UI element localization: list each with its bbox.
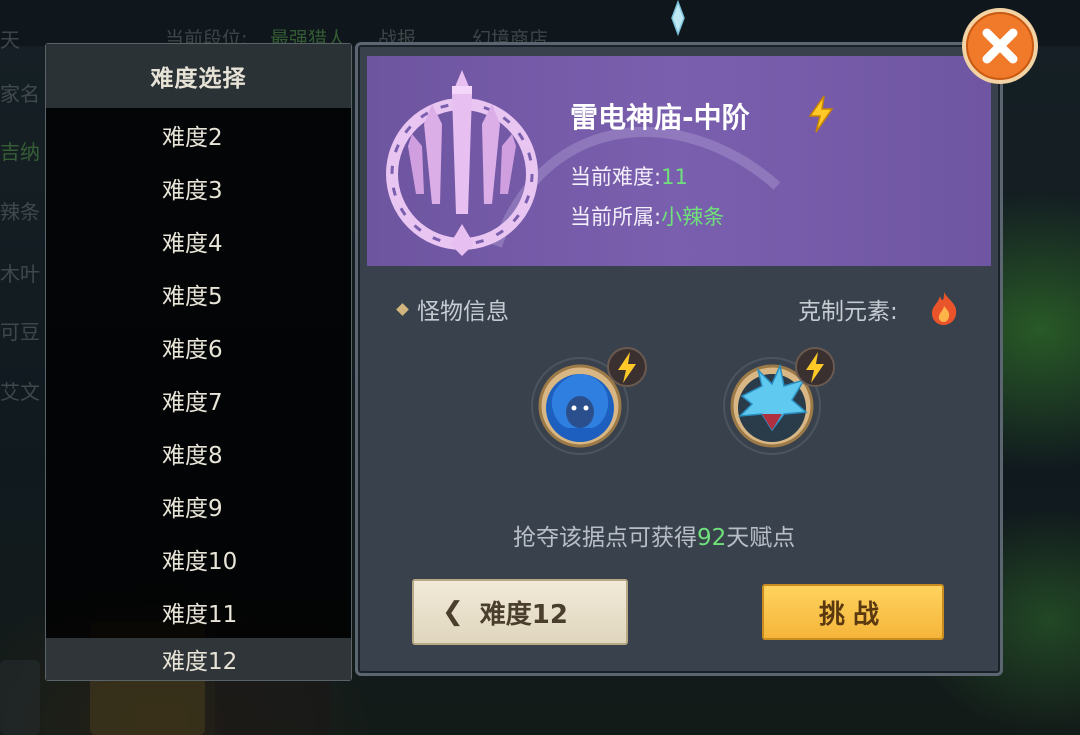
difficulty-option-6[interactable]: 难度6 [46, 320, 351, 373]
lightning-bolt-icon [808, 95, 834, 133]
difficulty-option-10[interactable]: 难度10 [46, 532, 351, 585]
challenge-label: 挑战 [818, 599, 887, 630]
dropdown-header: 难度选择 [46, 44, 351, 108]
chevron-left-icon: ❮ [442, 597, 464, 627]
current-difficulty-label: 当前难度: [570, 165, 662, 189]
difficulty-select-button[interactable]: ❮ 难度12 [412, 579, 628, 645]
panel-crest-ornament [671, 0, 685, 36]
difficulty-option-5[interactable]: 难度5 [46, 267, 351, 320]
difficulty-option-11[interactable]: 难度11 [46, 585, 351, 638]
challenge-button[interactable]: 挑战 [762, 584, 944, 640]
thunder-temple-emblem-icon [386, 70, 538, 256]
difficulty-option-4[interactable]: 难度4 [46, 214, 351, 267]
difficulty-select-label: 难度12 [479, 599, 568, 630]
difficulty-option-2[interactable]: 难度2 [46, 108, 351, 161]
current-difficulty: 当前难度:11 [570, 161, 688, 191]
close-icon[interactable] [960, 6, 1040, 86]
current-owner-value: 小辣条 [661, 205, 725, 229]
reward-value: 92 [697, 525, 727, 551]
reward-prefix: 抢夺该据点可获得 [513, 525, 697, 551]
difficulty-option-12[interactable]: 难度12 [46, 638, 351, 680]
monster-lightning-badge-icon [795, 347, 835, 387]
counter-element-label: 克制元素: [798, 299, 898, 325]
reward-suffix: 天赋点 [726, 525, 796, 551]
monster-info-heading: 怪物信息 [396, 292, 509, 326]
monster-lightning-badge-icon [607, 347, 647, 387]
difficulty-option-3[interactable]: 难度3 [46, 161, 351, 214]
diamond-bullet-icon [396, 303, 409, 316]
stronghold-title: 雷电神庙-中阶 [570, 101, 750, 134]
fire-icon [932, 292, 957, 325]
monster-info-label: 怪物信息 [417, 299, 509, 325]
difficulty-option-7[interactable]: 难度7 [46, 373, 351, 426]
difficulty-option-8[interactable]: 难度8 [46, 426, 351, 479]
reward-text: 抢夺该据点可获得92天赋点 [513, 518, 795, 552]
current-owner: 当前所属:小辣条 [570, 201, 724, 231]
difficulty-option-9[interactable]: 难度9 [46, 479, 351, 532]
current-owner-label: 当前所属: [570, 205, 662, 229]
difficulty-dropdown: 难度选择 难度2 难度3 难度4 难度5 难度6 难度7 难度8 难度9 难度1… [45, 43, 352, 681]
current-difficulty-value: 11 [661, 165, 688, 189]
